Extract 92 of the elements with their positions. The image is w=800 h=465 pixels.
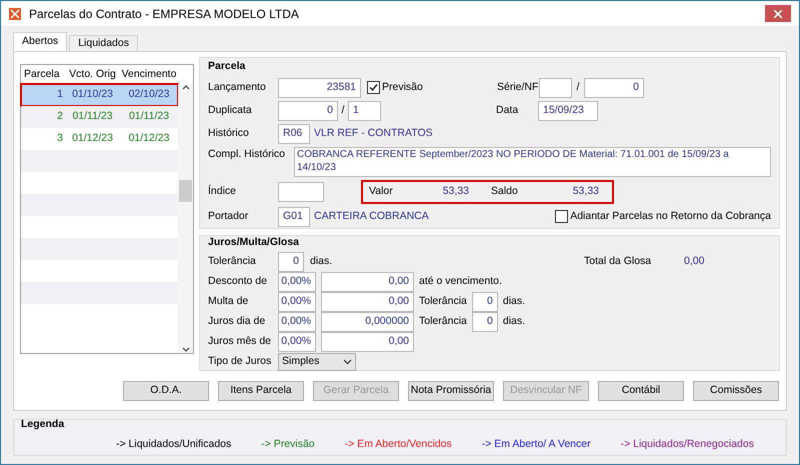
input-field[interactable]: 0 [278,252,304,272]
input-field[interactable]: 0 [584,78,644,98]
table-cell-text: 01/12/23 [128,131,170,146]
field-label: Tolerância [419,314,467,330]
field-label: Desconto de [208,274,268,290]
field-label: Tipo de Juros [208,354,272,369]
amount-text: 0,00 [684,254,704,269]
unit-label: dias. [310,254,334,269]
legend-item: -> Liquidados/Unificados [116,436,232,452]
field-label: Valor [369,184,394,199]
input-field[interactable]: 0,00 [321,332,414,352]
description-text: CARTEIRA COBRANCA [314,208,429,224]
separator: / [340,102,346,118]
input-field[interactable]: 0,000000 [321,312,414,332]
app-icon [9,8,21,20]
field-label: Multa de [208,294,250,310]
unit-label: dias. [502,314,526,330]
input-field[interactable]: 0 [278,100,338,121]
action-button[interactable]: Comissões [693,381,779,401]
field-label: Portador [208,208,250,224]
description-text: VLR REF - CONTRATOS [314,126,433,141]
text-area[interactable]: COBRANCA REFERENTE September/2023 NO PERIODO DE Material: 71.01.001 de 15/09/23 a 14/10/23 [294,146,771,177]
table-cell-text: 01/10/23 [71,87,114,102]
input-field[interactable] [539,78,572,98]
scrollbar[interactable] [178,84,193,353]
input-field[interactable]: G01 [278,206,310,227]
table-cell-text: 2 [56,109,64,124]
scroll-thumb[interactable] [179,180,192,202]
tab[interactable]: Abertos [13,32,68,51]
column-header: Vcto. Orig [68,66,117,82]
input-field[interactable]: 0,00% [278,332,316,352]
amount-text: 53,33 [442,184,469,199]
checkbox-label: Adiantar Parcelas no Retorno da Cobrança [570,208,771,224]
table-cell-text: 01/11/23 [128,109,170,124]
action-button[interactable]: Contábil [598,381,684,401]
input-field[interactable]: 0,00% [278,272,316,292]
field-label: Tolerância [419,294,467,310]
table-row[interactable]: 2 01/11/23 01/11/23 [21,106,178,128]
chevron-down-icon [343,358,352,365]
table-cell-text: 01/12/23 [71,131,114,146]
input-field[interactable]: 23581 [278,78,361,98]
action-button[interactable]: Nota Promissória [408,381,494,401]
column-header: Vencimento [120,66,178,82]
legend-item: -> Previsão [261,436,315,452]
checkbox-label: Previsão [382,80,423,95]
unit-label: dias. [502,294,526,310]
field-label: Juros mês de [208,334,272,350]
table-cell-text: 3 [56,131,64,146]
table-cell-text: 01/11/23 [71,109,114,124]
action-button[interactable]: Itens Parcela [218,381,304,401]
table-cell-text: 1 [56,87,64,102]
input-field[interactable]: 1 [348,100,381,121]
separator: / [576,80,580,95]
input-field[interactable]: 0 [472,312,498,332]
dropdown[interactable]: Simples [278,352,356,371]
input-field[interactable]: 0,00% [278,312,316,332]
input-field[interactable]: 0 [472,292,498,312]
group-title: Parcela [208,59,246,74]
input-field[interactable]: 0,00 [321,292,414,312]
field-label: Histórico [208,126,250,141]
field-label: Data [496,102,520,118]
input-field[interactable]: 0,00% [278,292,316,312]
checkbox[interactable] [555,210,568,224]
field-label: Duplicata [208,102,253,118]
field-label: Índice [208,184,238,199]
group-title: Legenda [21,417,66,432]
close-button[interactable] [765,5,791,22]
suffix-label: até o vencimento. [419,274,502,290]
column-header: Parcela [23,66,61,82]
legend-item: -> Liquidados/Renegociados [620,436,754,452]
close-icon [774,10,782,18]
table-cell-text: 02/10/23 [128,87,170,102]
field-label: Saldo [491,184,519,199]
amount-text: 53,33 [572,184,599,199]
field-label: Juros dia de [208,314,266,330]
group-title: Juros/Multa/Glosa [208,235,300,250]
window-title: Parcelas do Contrato - EMPRESA MODELO LTDA [29,6,299,22]
field-label: Total da Glosa [584,254,652,269]
legend-item: -> Em Aberto/ A Vencer [482,436,591,452]
field-label: Tolerância [208,254,257,269]
tab[interactable]: Liquidados [69,35,138,51]
field-label: Lançamento [208,80,267,95]
input-field[interactable]: 15/09/23 [538,100,598,121]
field-label: Série/NF [497,80,539,95]
input-field[interactable]: 0,00 [321,272,414,292]
field-label: Compl. Histórico [208,146,286,162]
action-button[interactable]: O.D.A. [123,381,209,401]
input-field[interactable] [278,182,324,202]
input-field[interactable]: R06 [278,124,310,144]
table-row[interactable]: 1 01/10/23 02/10/23 [21,84,178,106]
legend-item: -> Em Aberto/Vencidos [344,436,452,452]
checkbox[interactable] [367,81,380,94]
